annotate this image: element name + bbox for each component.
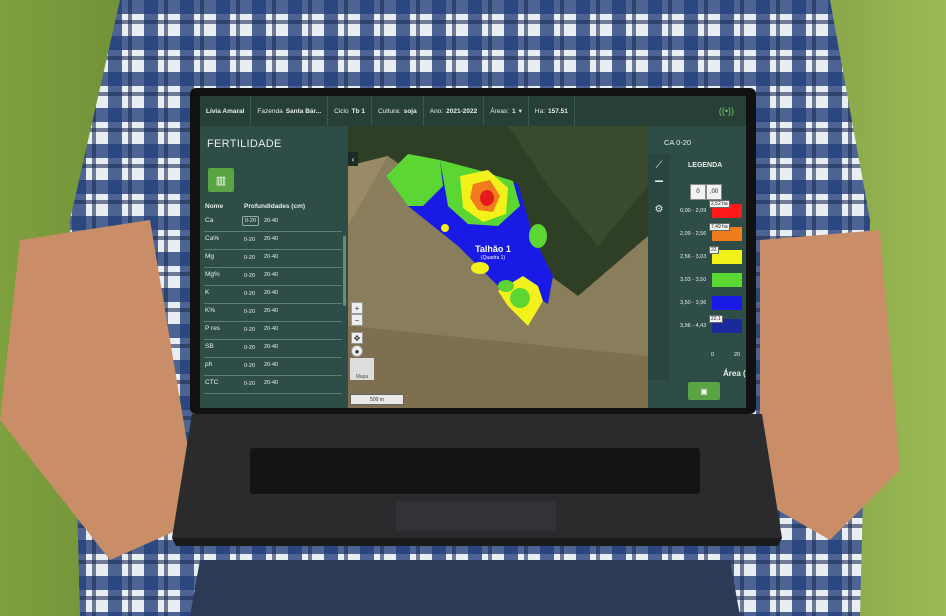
depth-20-40-option[interactable]: 20-40 xyxy=(264,326,278,332)
legend-area-tag: 22 xyxy=(709,246,719,254)
nutrient-name: Ca% xyxy=(205,235,220,242)
nutrient-row[interactable]: CTC 0-20 20-40 xyxy=(204,376,342,394)
depth-20-40-option[interactable]: 20-40 xyxy=(264,254,278,260)
layers-icon: ▥ xyxy=(215,174,227,187)
zoom-in-button[interactable]: + xyxy=(351,302,363,314)
depth-20-40-option[interactable]: 20-40 xyxy=(264,344,278,350)
laptop-keyboard xyxy=(172,414,782,546)
nutrient-name: CTC xyxy=(205,379,219,386)
zoom-out-button[interactable]: − xyxy=(351,314,363,326)
depth-20-40-option[interactable]: 20-40 xyxy=(264,272,278,278)
field-sub-label: (Quadra 1) xyxy=(481,255,506,261)
depth-20-40-option[interactable]: 20-40 xyxy=(264,362,278,368)
nutrient-row[interactable]: P res 0-20 20-40 xyxy=(204,322,342,340)
depth-20-40-option[interactable]: 20-40 xyxy=(264,218,278,224)
user-name[interactable]: Livia Amaral xyxy=(200,96,252,126)
axis-twenty: 20 xyxy=(734,352,741,358)
gear-icon[interactable]: ⚙ xyxy=(652,204,666,218)
legend-range: 3,03 - 3,50 xyxy=(680,277,707,283)
panel-title: FERTILIDADE xyxy=(207,138,282,150)
legend-panel: CA 0-20 ⟋ ▔ ⚙ LEGENDA 0 ,00 0,00 - 2,09 2… xyxy=(648,126,746,408)
depth-0-20-option[interactable]: 0-20 xyxy=(242,380,257,388)
nutrient-name: K% xyxy=(205,307,216,314)
year-selector[interactable]: Ano: 2021-2022 xyxy=(424,96,485,126)
legend-range: 0,00 - 2,09 xyxy=(680,208,707,214)
depth-0-20-option[interactable]: 0-20 xyxy=(242,216,260,226)
tool-column: ⟋ ▔ ⚙ xyxy=(648,154,670,380)
basemap-label: Mapa xyxy=(355,374,369,380)
decimal-input-a[interactable]: 0 xyxy=(690,184,706,200)
legend-area-tag: 22,1 xyxy=(709,315,723,323)
depth-20-40-option[interactable]: 20-40 xyxy=(264,308,278,314)
col-name-header: Nome xyxy=(205,203,224,210)
nutrient-row[interactable]: K 0-20 20-40 xyxy=(204,286,342,304)
depth-20-40-option[interactable]: 20-40 xyxy=(264,380,278,386)
hectares-display: Ha: 157.51 xyxy=(529,96,575,126)
paint-roller-icon[interactable]: ▔ xyxy=(652,182,666,196)
nutrient-row[interactable]: Ca 0-20 20-40 xyxy=(204,214,342,232)
nutrient-name: P res xyxy=(205,325,221,332)
col-depth-header: Profundidades (cm) xyxy=(244,203,306,210)
nutrient-row[interactable]: K% 0-20 20-40 xyxy=(204,304,342,322)
area-axis-label: Área ( xyxy=(723,369,746,378)
layer-toggle[interactable]: ● xyxy=(351,345,363,357)
depth-20-40-option[interactable]: 20-40 xyxy=(264,290,278,296)
layer-title: CA 0-20 xyxy=(664,138,692,147)
pan-button[interactable]: ✥ xyxy=(351,332,363,344)
nutrient-row[interactable]: Mg 0-20 20-40 xyxy=(204,250,342,268)
nutrient-name: SB xyxy=(205,343,214,350)
depth-0-20-option[interactable]: 0-20 xyxy=(242,236,257,244)
farm-selector[interactable]: Fazenda Santa Bár... xyxy=(251,96,329,126)
line-chart-icon[interactable]: ⟋ xyxy=(652,160,666,174)
depth-0-20-option[interactable]: 0-20 xyxy=(242,362,257,370)
save-icon: ▣ xyxy=(700,386,708,396)
depth-0-20-option[interactable]: 0-20 xyxy=(242,272,257,280)
nutrient-name: Mg% xyxy=(205,271,220,278)
nutrient-name: Ca xyxy=(205,217,214,224)
scale-text: 500 m xyxy=(370,396,384,403)
depth-0-20-option[interactable]: 0-20 xyxy=(242,326,257,334)
depth-0-20-option[interactable]: 0-20 xyxy=(242,344,257,352)
legend-area-tag: 2,52 ha xyxy=(709,200,730,208)
depth-20-40-option[interactable]: 20-40 xyxy=(264,236,278,242)
field-name-label[interactable]: Talhão 1 xyxy=(475,244,511,254)
map-canvas: Talhão 1 (Quadra 1) xyxy=(348,126,648,408)
chevron-left-icon: ‹ xyxy=(351,154,355,164)
nutrient-name: K xyxy=(205,289,210,296)
layers-button[interactable]: ▥ xyxy=(208,168,234,192)
basemap-thumbnail[interactable]: Mapa xyxy=(350,358,374,380)
nutrient-row[interactable]: Mg% 0-20 20-40 xyxy=(204,268,342,286)
nutrient-row[interactable]: Ca% 0-20 20-40 xyxy=(204,232,342,250)
top-bar: Livia Amaral Fazenda Santa Bár... Ciclo Tb… xyxy=(200,96,746,126)
legend-swatch[interactable] xyxy=(712,296,742,310)
axis-zero: 0 xyxy=(711,352,715,358)
legend-swatch[interactable] xyxy=(712,273,742,287)
app-screen: Livia Amaral Fazenda Santa Bár... Ciclo Tb… xyxy=(200,96,746,408)
depth-0-20-option[interactable]: 0-20 xyxy=(242,308,257,316)
decimal-input-b[interactable]: ,00 xyxy=(706,184,722,200)
depth-0-20-option[interactable]: 0-20 xyxy=(242,290,257,298)
legend-title: LEGENDA xyxy=(688,162,723,169)
depth-0-20-option[interactable]: 0-20 xyxy=(242,254,257,262)
legend-range: 3,50 - 3,96 xyxy=(680,300,707,306)
legend-range: 2,09 - 2,56 xyxy=(680,231,707,237)
panel-scrollbar[interactable] xyxy=(343,236,346,306)
crop-selector[interactable]: Cultura: soja xyxy=(372,96,424,126)
collapse-panel-button[interactable]: ‹ xyxy=(348,152,358,166)
legend-area-tag: 7,49 ha xyxy=(709,223,730,231)
field-map[interactable]: Talhão 1 (Quadra 1) xyxy=(348,126,648,408)
legend-range: 2,56 - 3,03 xyxy=(680,254,707,260)
scale-bar: 500 m xyxy=(350,394,404,405)
nutrient-name: ph xyxy=(205,361,213,368)
cycle-selector[interactable]: Ciclo Tb 1 xyxy=(328,96,372,126)
nutrient-name: Mg xyxy=(205,253,215,260)
fertility-panel: FERTILIDADE ▥ Nome Profundidades (cm) Ca… xyxy=(200,126,348,408)
nutrient-row[interactable]: SB 0-20 20-40 xyxy=(204,340,342,358)
wifi-icon: ((•)) xyxy=(718,106,734,116)
areas-selector[interactable]: Áreas: 1 ▾ xyxy=(484,96,529,126)
save-button[interactable]: ▣ xyxy=(688,382,720,400)
nutrient-row[interactable]: ph 0-20 20-40 xyxy=(204,358,342,376)
legend-range: 3,96 - 4,43 xyxy=(680,323,707,329)
